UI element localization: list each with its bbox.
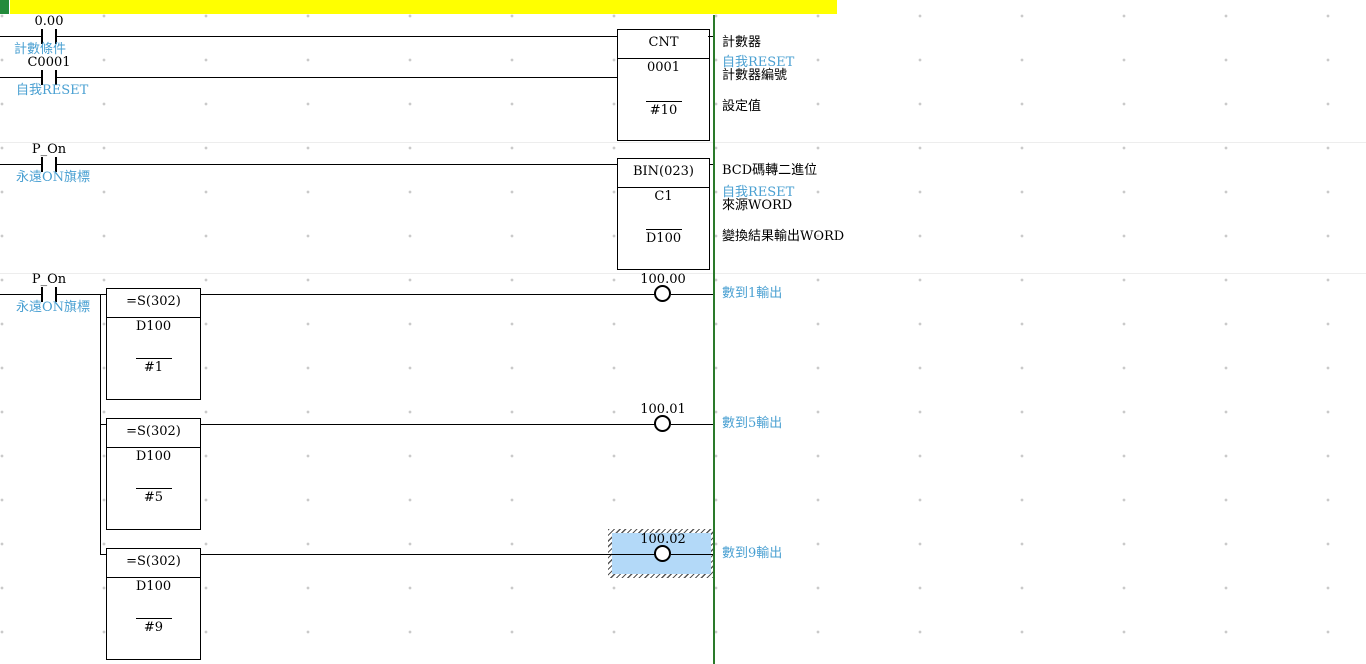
wire xyxy=(0,36,41,37)
block-divider xyxy=(618,58,709,59)
coil-100-02-label: 100.02 xyxy=(628,533,698,547)
wire xyxy=(200,554,655,555)
operand-overline xyxy=(136,358,172,359)
operand-word[interactable]: D100 xyxy=(107,580,200,594)
operand-overline xyxy=(646,229,682,230)
compare-block-2[interactable]: =S(302) D100 #5 xyxy=(106,418,201,530)
right-comment: BCD碼轉二進位 xyxy=(722,164,817,178)
wire xyxy=(0,294,41,295)
section-header-bar[interactable] xyxy=(10,0,837,14)
block-divider xyxy=(107,577,200,578)
block-divider xyxy=(618,187,709,188)
wire xyxy=(57,36,618,37)
operand-source-word[interactable]: C1 xyxy=(618,190,709,204)
instruction-title: =S(302) xyxy=(107,294,200,309)
wire xyxy=(57,294,106,295)
right-comment: 計數器編號 xyxy=(722,69,787,83)
contact-0-00[interactable]: 0.00 xyxy=(19,15,79,29)
coil-100-00-label: 100.00 xyxy=(628,273,698,287)
wire xyxy=(671,294,713,295)
operand-overline xyxy=(136,488,172,489)
operand-overline xyxy=(136,618,172,619)
coil-100-01-label: 100.01 xyxy=(628,403,698,417)
wire xyxy=(671,424,713,425)
compare-block-1[interactable]: =S(302) D100 #1 xyxy=(106,288,201,400)
instruction-title: =S(302) xyxy=(107,424,200,439)
operand-word[interactable]: D100 xyxy=(107,450,200,464)
contact-c0001-comment: 自我RESET xyxy=(16,84,88,98)
operand-overline xyxy=(646,101,682,102)
contact-p-on[interactable]: P_On xyxy=(19,143,79,157)
block-divider xyxy=(107,317,200,318)
block-divider xyxy=(107,447,200,448)
bin-instruction-block[interactable]: BIN(023) C1 D100 xyxy=(617,158,710,270)
wire xyxy=(671,554,713,555)
wire xyxy=(57,77,618,78)
operand-word[interactable]: D100 xyxy=(107,320,200,334)
compare-block-3[interactable]: =S(302) D100 #9 xyxy=(106,548,201,660)
contact-p-on-2[interactable]: P_On xyxy=(19,273,79,287)
contact-c0001[interactable]: C0001 xyxy=(19,56,79,70)
ladder-editor-view: 0.00 計數條件 C0001 自我RESET CNT 0001 #10 計數器… xyxy=(0,0,1366,664)
contact-p-on-2-comment: 永遠ON旗標 xyxy=(16,301,90,315)
rung-separator xyxy=(0,142,1366,143)
coil-100-02-comment: 數到9輸出 xyxy=(722,547,782,561)
operand-constant[interactable]: #5 xyxy=(107,491,200,505)
wire xyxy=(0,164,41,165)
contact-p-on-comment: 永遠ON旗標 xyxy=(16,171,90,185)
cnt-instruction-block[interactable]: CNT 0001 #10 xyxy=(617,29,710,141)
wire xyxy=(57,164,618,165)
coil-100-00[interactable] xyxy=(654,285,671,302)
wire xyxy=(200,294,655,295)
instruction-title: =S(302) xyxy=(107,554,200,569)
operand-set-value[interactable]: #10 xyxy=(618,104,709,118)
wire xyxy=(200,424,655,425)
coil-100-01[interactable] xyxy=(654,415,671,432)
operand-counter-number[interactable]: 0001 xyxy=(618,61,709,75)
right-comment: 設定值 xyxy=(722,100,761,114)
right-comment: 變換結果輸出WORD xyxy=(722,230,844,244)
wire xyxy=(0,77,41,78)
operand-constant[interactable]: #9 xyxy=(107,621,200,635)
operand-constant[interactable]: #1 xyxy=(107,361,200,375)
instruction-title: CNT xyxy=(618,35,709,50)
right-bus-bar xyxy=(713,15,715,664)
right-comment: 計數器 xyxy=(722,36,761,50)
coil-100-01-comment: 數到5輸出 xyxy=(722,417,782,431)
operand-result-word[interactable]: D100 xyxy=(618,232,709,246)
right-comment: 來源WORD xyxy=(722,199,792,213)
coil-100-00-comment: 數到1輸出 xyxy=(722,287,782,301)
section-marker xyxy=(0,0,9,14)
instruction-title: BIN(023) xyxy=(618,164,709,179)
coil-100-02[interactable] xyxy=(654,545,671,562)
